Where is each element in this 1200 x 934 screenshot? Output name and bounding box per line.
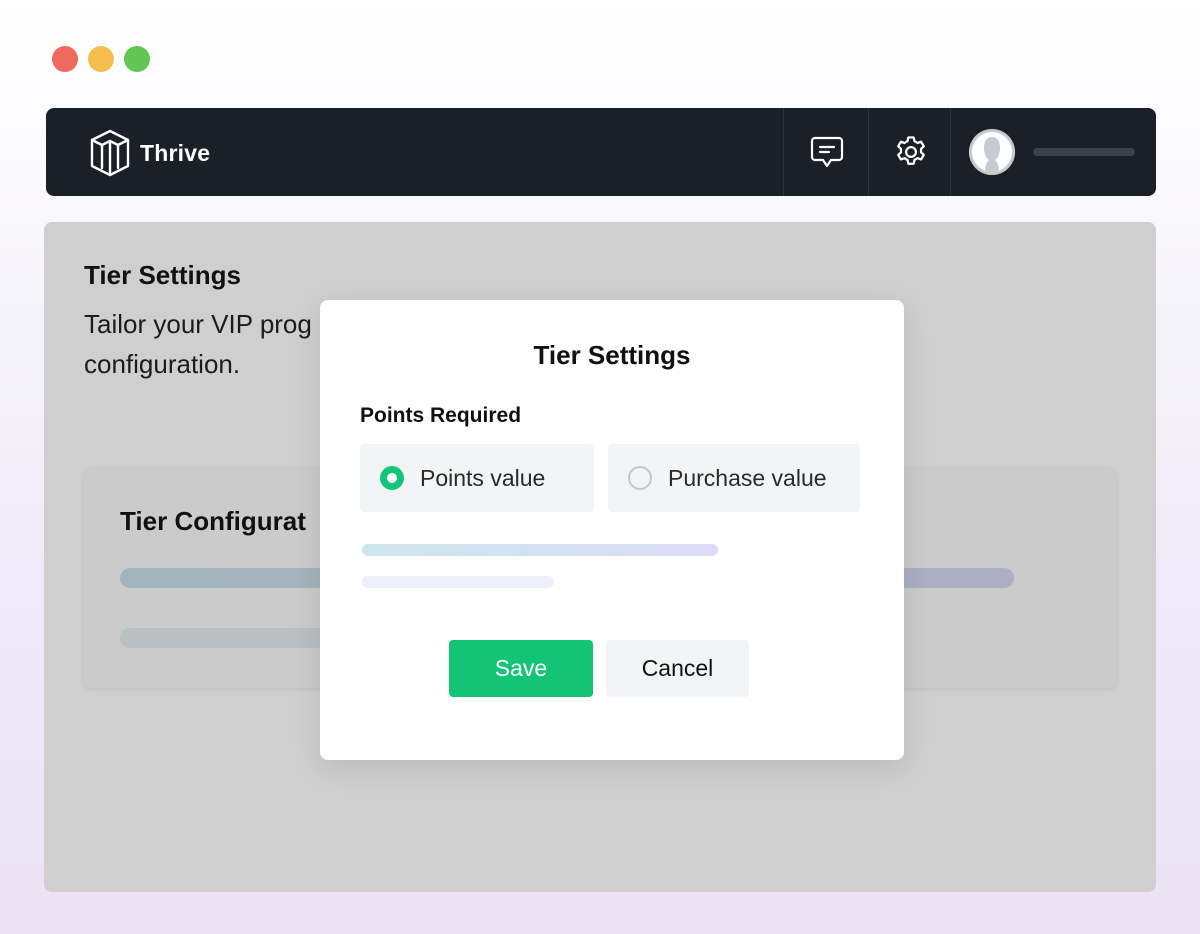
placeholder-bar xyxy=(362,576,554,588)
page-title: Tier Settings xyxy=(84,260,242,290)
page-description-text: Tailor your VIP prog xyxy=(84,309,312,339)
gear-icon[interactable] xyxy=(891,132,931,172)
dialog-title: Tier Settings xyxy=(533,340,691,370)
divider xyxy=(868,108,869,196)
app-name: Thrive xyxy=(140,139,211,166)
radio-label: Purchase value xyxy=(668,464,827,491)
divider xyxy=(783,108,784,196)
user-avatar-icon[interactable] xyxy=(969,129,1015,175)
thrive-logo-icon xyxy=(90,129,130,177)
cancel-button[interactable]: Cancel xyxy=(606,640,749,697)
chat-icon[interactable] xyxy=(807,132,847,172)
page-description-continued: configuration. xyxy=(84,349,241,379)
radio-unchecked-icon[interactable] xyxy=(628,466,652,490)
top-navigation-bar: Thrive xyxy=(46,108,1156,196)
tier-settings-dialog: Tier Settings Points Required Points val… xyxy=(320,300,904,760)
window-maximize-button[interactable] xyxy=(124,46,150,72)
divider xyxy=(950,108,951,196)
radio-label: Points value xyxy=(420,464,546,491)
radio-checked-icon[interactable] xyxy=(380,466,404,490)
brand[interactable]: Thrive xyxy=(88,128,210,178)
save-button[interactable]: Save xyxy=(449,640,593,697)
placeholder-bar xyxy=(362,544,718,556)
points-required-label: Points Required xyxy=(360,404,522,427)
window-close-button[interactable] xyxy=(52,46,78,72)
card-title: Tier Configurat xyxy=(120,506,306,536)
window-minimize-button[interactable] xyxy=(88,46,114,72)
window-controls xyxy=(52,46,150,72)
radio-option-purchase-value[interactable]: Purchase value xyxy=(608,444,860,512)
user-name-placeholder xyxy=(1033,148,1135,156)
radio-option-points-value[interactable]: Points value xyxy=(360,444,594,512)
